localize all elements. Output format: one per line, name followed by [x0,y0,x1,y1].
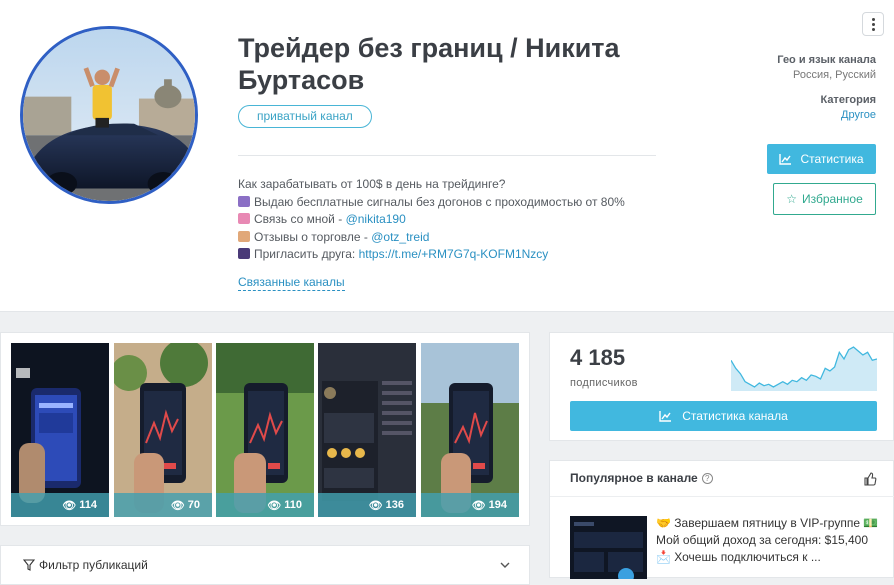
eye-icon: 👁 [267,499,282,512]
writing-hand-emoji-icon [238,230,250,242]
invite-link[interactable]: https://t.me/+RM7G7q-KOFM1Nzcy [359,247,549,261]
divider [238,155,656,156]
contact-link[interactable]: @nikita190 [346,212,406,226]
views-counter: 👁 70 [114,493,212,517]
channel-description: Как зарабатывать от 100$ в день на трейд… [238,176,668,264]
popular-card: Популярное в канале? 🤝 Завершаем пятницу… [549,460,894,579]
description-line: Как зарабатывать от 100$ в день на трейд… [238,176,668,194]
media-gallery: 👁 114 👁 70 👁 110 👁 136 👁 194 [0,332,530,526]
subscribers-card: 4 185 подписчиков Статистика канала [549,332,894,441]
eye-icon: 👁 [471,499,486,512]
filter-label: Фильтр публикаций [39,558,148,572]
post-image [421,343,519,517]
filter-icon [23,559,35,571]
views-count: 110 [284,499,302,511]
thumbs-up-icon[interactable] [863,472,877,486]
reviews-link[interactable]: @otz_treid [371,230,429,244]
favorites-button[interactable]: ☆ Избранное [773,183,876,215]
description-line: Пригласить друга: https://t.me/+RM7G7q-K… [238,246,668,264]
geo-value: Россия, Русский [793,69,876,81]
description-text: Отзывы о торговле - [254,229,372,244]
views-counter: 👁 194 [421,493,519,517]
views-count: 114 [79,499,97,511]
popular-post-thumbnail[interactable] [570,516,647,579]
category-block: Категория Другое [820,94,876,121]
publication-filter[interactable]: Фильтр публикаций [0,545,530,585]
description-text: Пригласить друга: [254,247,359,261]
geo-language-block: Гео и язык канала Россия, Русский [777,54,876,81]
eye-icon: 👁 [170,499,185,512]
favorites-button-label: Избранное [801,192,863,206]
popular-line: Мой общий доход за сегодня: $15,400 [656,533,869,547]
gallery-item[interactable]: 👁 114 [11,343,109,517]
private-channel-badge: приватный канал [238,105,372,128]
views-count: 194 [488,499,507,511]
statistics-button-label: Статистика [800,152,864,166]
channel-title: Трейдер без границ / Никита Буртасов [238,33,620,95]
description-text: Как зарабатывать от 100$ в день на трейд… [238,177,506,191]
post-image [570,516,647,579]
kebab-menu-icon[interactable] [862,12,884,36]
popular-title: Популярное в канале? [570,471,713,485]
channel-statistics-button[interactable]: Статистика канала [570,401,877,431]
sparkline-area [731,347,877,391]
popular-post-text[interactable]: 🤝 Завершаем пятницу в VIP-группе 💵 Мой о… [656,515,888,566]
subscribers-sparkline [731,346,877,391]
related-channels-link[interactable]: Связанные каналы [238,275,345,291]
eye-icon: 👁 [62,499,77,512]
gallery-item[interactable]: 👁 70 [114,343,212,517]
post-image [318,343,416,517]
channel-avatar [20,26,198,204]
description-text: Связь со мной - [254,212,346,226]
chevron-down-icon[interactable] [499,559,511,571]
views-count: 136 [385,499,404,511]
chart-icon [659,410,672,422]
avatar-image [23,29,195,201]
people-emoji-icon [238,248,250,259]
person-emoji-icon [238,195,250,207]
description-line: Отзывы о торговле - @otz_treid [238,229,668,247]
help-icon[interactable]: ? [701,473,713,484]
description-text: Выдаю бесплатные сигналы без догонов с п… [254,194,625,209]
gallery-item[interactable]: 👁 136 [318,343,416,517]
popular-line: 🤝 Завершаем пятницу в VIP-группе 💵 [656,516,879,530]
geo-label: Гео и язык канала [777,54,876,66]
category-label: Категория [820,94,876,106]
eye-icon: 👁 [368,499,383,512]
category-link[interactable]: Другое [820,109,876,121]
channel-statistics-label: Статистика канала [682,409,788,423]
description-line: Выдаю бесплатные сигналы без догонов с п… [238,194,668,212]
description-line: Связь со мной - @nikita190 [238,211,668,229]
popular-line: 📩 Хочешь подключиться к ... [656,550,821,564]
views-counter: 👁 114 [11,493,109,517]
post-image [216,343,314,517]
subscribers-label: подписчиков [570,377,638,389]
views-counter: 👁 110 [216,493,314,517]
gallery-item[interactable]: 👁 194 [421,343,519,517]
gallery-item[interactable]: 👁 110 [216,343,314,517]
statistics-button[interactable]: Статистика [767,144,876,174]
subscribers-count: 4 185 [570,345,626,370]
post-image [11,343,109,517]
chart-icon [779,153,792,165]
star-icon: ☆ [786,192,797,206]
views-counter: 👁 136 [318,493,416,517]
popular-title-text: Популярное в канале [570,471,698,485]
divider [550,496,894,497]
views-count: 70 [187,499,200,511]
channel-header: Трейдер без границ / Никита Буртасов при… [0,0,894,312]
inbox-emoji-icon [238,213,250,224]
post-image [114,343,212,517]
